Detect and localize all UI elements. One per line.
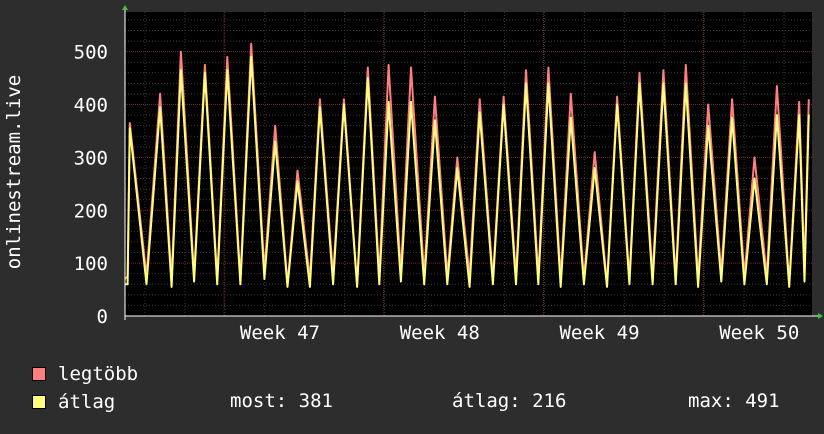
y-tick-label: 500 xyxy=(74,42,108,64)
legend-swatch-legtobb xyxy=(32,367,46,381)
stat-most: most: 381 xyxy=(230,390,333,412)
x-tick-label: Week 50 xyxy=(719,322,799,344)
legend-item-atlag: átlag xyxy=(32,391,115,413)
stat-atlag: átlag: 216 xyxy=(452,390,567,412)
y-tick-label: 200 xyxy=(74,200,108,222)
y-axis-arrow xyxy=(122,5,128,10)
y-tick-label: 100 xyxy=(74,253,108,275)
y-tick-label: 400 xyxy=(74,95,108,117)
y-axis-label: onlinestream.live xyxy=(3,75,25,269)
chart: 0 100 200 300 400 500 Week 47 Week 48 Week 49 Wee… xyxy=(0,0,824,430)
x-tick-label: Week 47 xyxy=(240,322,320,344)
x-axis-arrow xyxy=(818,313,823,319)
legend-item-legtobb: legtöbb xyxy=(32,363,138,385)
legend-swatch-atlag xyxy=(32,395,46,409)
y-tick-label: 300 xyxy=(74,147,108,169)
legend-label-atlag: átlag xyxy=(58,391,116,413)
x-tick-label: Week 49 xyxy=(559,322,639,344)
legend-label-legtobb: legtöbb xyxy=(58,363,139,385)
y-tick-label: 0 xyxy=(97,306,108,328)
x-tick-label: Week 48 xyxy=(400,322,480,344)
stat-max: max: 491 xyxy=(688,390,780,412)
